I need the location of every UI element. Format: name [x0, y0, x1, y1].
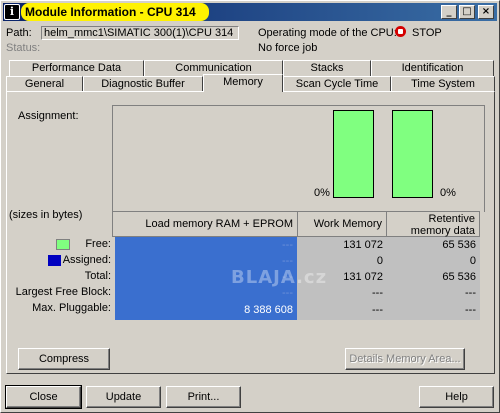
row-label-max-pluggable: Max. Pluggable: — [32, 302, 111, 314]
table-cell: 0 — [469, 255, 476, 267]
free-legend-swatch — [56, 239, 70, 250]
column-load-memory: Load memory RAM + EPROM — [112, 211, 298, 237]
title-bar[interactable]: i Module Information - CPU 314 _ □ × — [3, 3, 497, 21]
status-label: Status: — [6, 42, 41, 54]
tab-identification[interactable]: Identification — [371, 60, 494, 76]
row-label-total: Total: — [84, 270, 111, 282]
tab-stacks[interactable]: Stacks — [283, 60, 371, 76]
tab-diagnostic-buffer[interactable]: Diagnostic Buffer — [83, 76, 203, 92]
sizes-label: (sizes in bytes) — [9, 209, 83, 221]
table-cell: 65 536 — [442, 271, 476, 283]
retentive-memory-bar — [392, 110, 433, 198]
compress-button[interactable]: Compress — [18, 348, 110, 370]
details-memory-area-button[interactable]: Details Memory Area... — [345, 348, 465, 370]
table-cell: --- — [465, 304, 476, 316]
path-field: helm_mmc1\SIMATIC 300(1)\CPU 314 — [41, 26, 239, 40]
window-title: Module Information - CPU 314 — [21, 3, 209, 21]
path-label: Path: — [6, 27, 32, 39]
row-label-largest-free-block: Largest Free Block: — [15, 286, 111, 298]
tab-time-system[interactable]: Time System — [391, 76, 495, 92]
column-retentive-memory: Retentive memory data — [386, 211, 480, 237]
force-job-status: No force job — [258, 42, 318, 54]
table-cell: 8 388 608 — [244, 304, 293, 316]
minimize-button[interactable]: _ — [441, 5, 457, 19]
watermark-text: BLAJA.cz — [231, 267, 328, 288]
tab-general[interactable]: General — [6, 76, 83, 92]
table-cell: 131 072 — [343, 239, 383, 251]
retentive-memory-percent: 0% — [440, 187, 456, 199]
row-label-free: Free: — [85, 238, 111, 250]
close-window-button[interactable]: × — [478, 5, 494, 19]
assignment-label: Assignment: — [18, 110, 79, 122]
work-memory-percent: 0% — [314, 187, 330, 199]
table-cell: --- — [465, 287, 476, 299]
tab-performance-data[interactable]: Performance Data — [9, 60, 144, 76]
assigned-legend-swatch — [48, 255, 61, 266]
module-information-window: i Module Information - CPU 314 _ □ × Pat… — [0, 0, 500, 413]
work-memory-bar — [333, 110, 374, 198]
row-label-assigned: Assigned: — [62, 254, 111, 266]
table-cell: --- — [282, 239, 293, 251]
table-cell: 65 536 — [442, 239, 476, 251]
stop-icon — [395, 26, 406, 37]
help-button[interactable]: Help — [419, 386, 494, 408]
close-button[interactable]: Close — [5, 385, 82, 409]
info-icon[interactable]: i — [4, 4, 20, 20]
maximize-button[interactable]: □ — [459, 5, 475, 19]
operating-mode-value: STOP — [412, 27, 442, 39]
column-work-memory: Work Memory — [297, 211, 387, 237]
update-button[interactable]: Update — [86, 386, 161, 408]
operating-mode-label: Operating mode of the CPU: — [258, 27, 397, 39]
tab-scan-cycle-time[interactable]: Scan Cycle Time — [283, 76, 391, 92]
table-cell: --- — [372, 304, 383, 316]
tab-memory[interactable]: Memory — [203, 74, 283, 92]
print-button[interactable]: Print... — [166, 386, 241, 408]
